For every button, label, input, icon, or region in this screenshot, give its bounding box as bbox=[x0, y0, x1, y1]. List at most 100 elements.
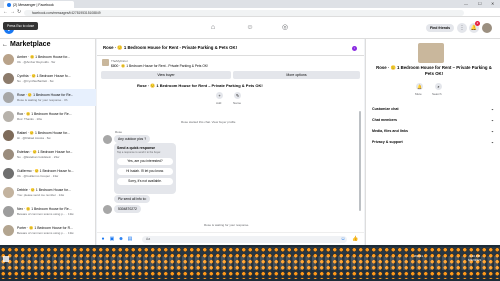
conversation-item[interactable]: Amber · 🙂 1 Bedroom House for... Ok · @Am… bbox=[0, 51, 96, 68]
account-avatar[interactable] bbox=[482, 23, 492, 33]
emoji-icon[interactable]: ☺ bbox=[340, 236, 346, 242]
back-icon[interactable]: ← bbox=[3, 9, 8, 15]
quick-reply-3[interactable]: Sorry, it's not available. bbox=[117, 178, 173, 185]
browser-tab-bar: (2) Messenger | Facebook — ☐ ✕ bbox=[0, 0, 500, 8]
conversation-preview: Hi · @Rafael Acosta · 6w bbox=[17, 136, 51, 140]
facebook-top-nav: f ⌂ ☺ ◎ Find friends ⋮ 🔔 2 bbox=[0, 17, 500, 39]
start-icon[interactable] bbox=[3, 256, 9, 262]
mute-label: Mute bbox=[415, 92, 422, 96]
conversation-text: Debbie · 🙂 1 Bedroom House for... You: pl… bbox=[17, 188, 71, 197]
name-icon[interactable]: ✎ bbox=[234, 92, 241, 99]
conversation-name: Rox · 🙂 1 Bedroom House for Re... bbox=[17, 112, 72, 116]
chat-members-item[interactable]: Chat members ⌄ bbox=[372, 118, 494, 122]
conversation-item[interactable]: Porter · 🙂 1 Bedroom House for R... Bewar… bbox=[0, 222, 96, 239]
message-bubble: Any outdoor pics ? bbox=[114, 135, 151, 143]
conversation-text: Nex · 🙂 1 Bedroom House for Re... Beware … bbox=[17, 207, 74, 216]
conversation-item[interactable]: Rox · 🙂 1 Bedroom House for Re... Rox: Th… bbox=[0, 108, 96, 125]
address-bar: ← → ↻ facebook.com/messages/t/4278195315… bbox=[0, 8, 500, 17]
message-input[interactable]: Aa bbox=[142, 236, 347, 243]
conversation-item[interactable]: Rafael · 🙂 1 Bedroom House for... Hi · @R… bbox=[0, 127, 96, 144]
conversation-item[interactable]: Debbie · 🙂 1 Bedroom House for... You: pl… bbox=[0, 184, 96, 201]
item-label: Chat members bbox=[372, 118, 397, 122]
maximize-icon[interactable]: ☐ bbox=[478, 1, 482, 6]
photo-icon[interactable]: ▣ bbox=[109, 236, 115, 242]
listing-image bbox=[418, 43, 444, 63]
gaming-icon[interactable]: ◎ bbox=[280, 23, 290, 33]
item-label: Privacy & support bbox=[372, 140, 403, 144]
name-label: Name bbox=[233, 101, 242, 105]
conversation-name: Amber · 🙂 1 Bedroom House for... bbox=[17, 55, 71, 59]
more-options-button[interactable]: More options bbox=[233, 71, 360, 79]
avatar bbox=[3, 92, 14, 103]
groups-icon[interactable]: ☺ bbox=[245, 23, 255, 33]
close-icon[interactable]: ✕ bbox=[491, 1, 494, 6]
mic-icon[interactable]: ● bbox=[100, 236, 106, 242]
add-icon[interactable]: + bbox=[216, 92, 223, 99]
conversation-text: Cynthia · 🙂 1 Bedroom House fo... No · @C… bbox=[17, 74, 71, 83]
conversation-item[interactable]: Nex · 🙂 1 Bedroom House for Re... Beware … bbox=[0, 203, 96, 220]
find-friends-button[interactable]: Find friends bbox=[426, 24, 454, 32]
search-label: Search bbox=[432, 92, 442, 96]
listing-seller: TheMyKitcor bbox=[111, 59, 128, 63]
minimize-icon[interactable]: — bbox=[464, 1, 468, 6]
clock: 3:10 PM 6/22/2021 bbox=[468, 254, 481, 262]
chat-scrollbar[interactable] bbox=[359, 111, 361, 211]
avatar bbox=[3, 187, 14, 198]
home-icon[interactable]: ⌂ bbox=[208, 23, 218, 33]
forward-icon[interactable]: → bbox=[10, 9, 15, 15]
chat-info-panel: Rose · 🙂 1 Bedroom House for Rent – Priv… bbox=[365, 39, 500, 245]
composer: ● ▣ ☻ ▤ Aa ☺ 👍 bbox=[97, 232, 364, 245]
tab-title: (2) Messenger | Facebook bbox=[13, 2, 54, 7]
avatar bbox=[3, 130, 14, 141]
chat-title: Rose · 🙂 1 Bedroom House for Rent – Priv… bbox=[137, 83, 263, 88]
privacy-item[interactable]: Privacy & support ⌄ bbox=[372, 140, 494, 144]
conversation-item[interactable]: Rose · 🙂 1 Bedroom House for Re... Rose i… bbox=[0, 89, 96, 106]
customize-chat-item[interactable]: Customize chat ⌄ bbox=[372, 107, 494, 111]
chat-notice: Rose started this chat. View buyer profi… bbox=[181, 120, 236, 124]
conversation-text: Esteban · 🙂 1 Bedroom House for... No · @… bbox=[17, 150, 73, 159]
conversation-name: Debbie · 🙂 1 Bedroom House for... bbox=[17, 188, 71, 192]
chevron-down-icon: ⌄ bbox=[490, 129, 494, 133]
listing-title[interactable]: $800 · 🙂 1 Bedroom House for Rent - Priv… bbox=[111, 64, 208, 68]
menu-icon[interactable]: ⋮ bbox=[457, 23, 467, 33]
chat-info-icon[interactable]: i bbox=[352, 46, 357, 51]
quick-response-subtitle: Tap a response to send it to the buyer. bbox=[117, 151, 161, 154]
avatar bbox=[3, 73, 14, 84]
weather: WW31 bbox=[414, 254, 423, 258]
conversation-preview: Rose is waiting for your response · 3h bbox=[17, 98, 68, 102]
taskbar-icon-row[interactable] bbox=[0, 256, 500, 270]
sender-avatar bbox=[103, 135, 112, 144]
waiting-notice: Rose is waiting for your response. bbox=[204, 223, 250, 227]
browser-tab[interactable]: (2) Messenger | Facebook bbox=[4, 1, 74, 8]
conversation-text: Porter · 🙂 1 Bedroom House for R... Bewar… bbox=[17, 226, 74, 235]
back-arrow-icon[interactable]: ← bbox=[2, 42, 8, 48]
media-item[interactable]: Media, files and links ⌄ bbox=[372, 129, 494, 133]
conversation-text: Guillermo · 🙂 1 Bedroom House fo... Ok · … bbox=[17, 169, 74, 178]
url-field[interactable]: facebook.com/messages/t/4278195315108849 bbox=[24, 9, 464, 16]
quick-reply-1[interactable]: Yes, are you interested? bbox=[117, 158, 173, 165]
gif-icon[interactable]: ▤ bbox=[127, 236, 133, 242]
conversation-preview: Rox: Thanks · 10w bbox=[17, 117, 42, 121]
message-bubble-3: 5304870272 bbox=[114, 205, 141, 213]
item-label: Media, files and links bbox=[372, 129, 408, 133]
quick-reply-2[interactable]: Hi Isaiah. I'll let you know. bbox=[117, 168, 173, 175]
conversation-preview: Ok · @Amber Reynolds · 5w bbox=[17, 60, 56, 64]
conversation-preview: No · @Esteban Goldstein · 23w bbox=[17, 155, 60, 159]
sticker-icon[interactable]: ☻ bbox=[118, 236, 124, 242]
quick-response-title: Send a quick response bbox=[117, 146, 156, 150]
view-buyer-button[interactable]: View buyer bbox=[101, 71, 231, 79]
conversation-item[interactable]: Esteban · 🙂 1 Bedroom House for... No · @… bbox=[0, 146, 96, 163]
facebook-favicon-icon bbox=[7, 2, 11, 7]
like-icon[interactable]: 👍 bbox=[352, 236, 358, 242]
listing-thumbnail bbox=[102, 59, 109, 66]
tooltip: Press Esc to close bbox=[3, 22, 39, 30]
avatar bbox=[3, 111, 14, 122]
chevron-down-icon: ⌄ bbox=[490, 107, 494, 111]
reload-icon[interactable]: ↻ bbox=[17, 9, 21, 15]
avatar bbox=[3, 225, 14, 236]
mute-icon[interactable]: 🔔 bbox=[416, 83, 423, 90]
conversation-item[interactable]: Guillermo · 🙂 1 Bedroom House fo... Ok · … bbox=[0, 165, 96, 182]
page-title: Marketplace bbox=[10, 41, 51, 48]
search-icon[interactable]: ⌕ bbox=[435, 83, 442, 90]
conversation-item[interactable]: Cynthia · 🙂 1 Bedroom House fo... No · @C… bbox=[0, 70, 96, 87]
